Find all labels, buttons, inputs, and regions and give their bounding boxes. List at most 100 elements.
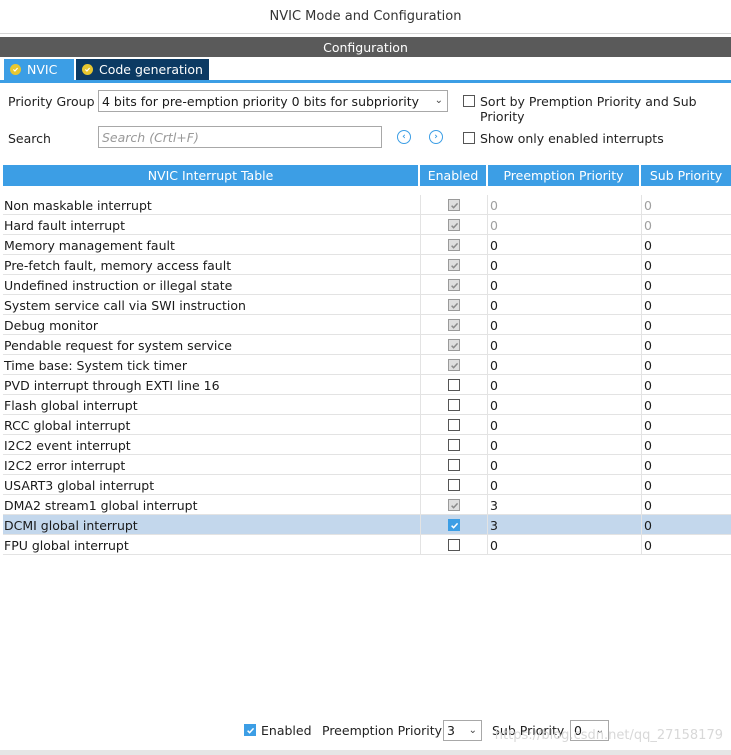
preemption-priority-cell[interactable]: 0 — [487, 455, 641, 475]
sub-priority-cell[interactable]: 0 — [641, 395, 731, 415]
preemption-priority-cell[interactable]: 0 — [487, 435, 641, 455]
interrupt-name: DMA2 stream1 global interrupt — [4, 497, 198, 513]
enabled-label: Enabled — [261, 723, 312, 738]
preemption-priority-cell[interactable]: 0 — [487, 395, 641, 415]
enabled-cell — [420, 275, 487, 295]
table-row[interactable]: FPU global interrupt 0 0 — [3, 535, 731, 555]
preemption-priority-cell[interactable]: 0 — [487, 535, 641, 555]
show-enabled-checkbox[interactable] — [463, 132, 475, 144]
enabled-cell — [420, 295, 487, 315]
enabled-cell — [420, 515, 487, 535]
sub-priority-cell: 0 — [641, 215, 731, 235]
sub-priority-cell[interactable]: 0 — [641, 235, 731, 255]
enabled-row-checkbox[interactable] — [448, 439, 460, 451]
preemption-priority-select[interactable]: 3 ⌄ — [443, 720, 482, 741]
enabled-row-checkbox — [448, 499, 460, 511]
enabled-row-checkbox[interactable] — [448, 459, 460, 471]
sub-priority-cell[interactable]: 0 — [641, 375, 731, 395]
interrupt-name: RCC global interrupt — [4, 417, 131, 433]
column-header-sub-priority[interactable]: Sub Priority — [641, 165, 731, 186]
enabled-row-checkbox — [448, 259, 460, 271]
interrupt-name: Pre-fetch fault, memory access fault — [4, 257, 232, 273]
enabled-row-checkbox[interactable] — [448, 479, 460, 491]
nvic-table-header: NVIC Interrupt Table Enabled Preemption … — [3, 165, 731, 186]
tab-nvic[interactable]: NVIC — [4, 59, 74, 80]
preemption-priority-cell[interactable]: 0 — [487, 335, 641, 355]
preemption-priority-cell[interactable]: 0 — [487, 355, 641, 375]
preemption-priority-cell[interactable]: 0 — [487, 295, 641, 315]
table-row[interactable]: DMA2 stream1 global interrupt 3 0 — [3, 495, 731, 515]
enabled-row-checkbox[interactable] — [448, 539, 460, 551]
enabled-row-checkbox[interactable] — [448, 379, 460, 391]
search-next-icon[interactable]: › — [429, 130, 443, 144]
preemption-priority-cell[interactable]: 0 — [487, 235, 641, 255]
sub-priority-cell[interactable]: 0 — [641, 515, 731, 535]
sub-priority-cell[interactable]: 0 — [641, 315, 731, 335]
enabled-cell — [420, 235, 487, 255]
enabled-cell — [420, 475, 487, 495]
interrupt-name: Flash global interrupt — [4, 397, 138, 413]
table-row[interactable]: PVD interrupt through EXTI line 16 0 0 — [3, 375, 731, 395]
table-row[interactable]: Memory management fault 0 0 — [3, 235, 731, 255]
table-row[interactable]: DCMI global interrupt 3 0 — [3, 515, 731, 535]
search-label: Search — [8, 131, 51, 146]
sub-priority-cell[interactable]: 0 — [641, 435, 731, 455]
enabled-cell — [420, 255, 487, 275]
nvic-table-body: Non maskable interrupt 0 0 Hard fault inter… — [3, 195, 731, 555]
table-row[interactable]: Undefined instruction or illegal state 0 0 — [3, 275, 731, 295]
column-header-interrupt[interactable]: NVIC Interrupt Table — [3, 165, 420, 186]
preemption-priority-cell[interactable]: 0 — [487, 415, 641, 435]
table-row[interactable]: I2C2 event interrupt 0 0 — [3, 435, 731, 455]
enabled-row-checkbox — [448, 219, 460, 231]
interrupt-name: System service call via SWI instruction — [4, 297, 246, 313]
table-row[interactable]: USART3 global interrupt 0 0 — [3, 475, 731, 495]
sub-priority-cell[interactable]: 0 — [641, 355, 731, 375]
sub-priority-label: Sub Priority — [492, 723, 565, 738]
table-row[interactable]: Debug monitor 0 0 — [3, 315, 731, 335]
sub-priority-cell[interactable]: 0 — [641, 495, 731, 515]
sub-priority-cell[interactable]: 0 — [641, 255, 731, 275]
enabled-row-checkbox[interactable] — [448, 419, 460, 431]
enabled-row-checkbox[interactable] — [448, 399, 460, 411]
column-header-preemption[interactable]: Preemption Priority — [488, 165, 641, 186]
priority-group-select[interactable]: 4 bits for pre-emption priority 0 bits f… — [98, 90, 448, 112]
table-row[interactable]: RCC global interrupt 0 0 — [3, 415, 731, 435]
tab-code-generation[interactable]: Code generation — [76, 59, 209, 80]
interrupt-name: Hard fault interrupt — [4, 217, 126, 233]
preemption-priority-cell[interactable]: 0 — [487, 475, 641, 495]
table-row[interactable]: Time base: System tick timer 0 0 — [3, 355, 731, 375]
sub-priority-cell[interactable]: 0 — [641, 275, 731, 295]
sub-priority-cell[interactable]: 0 — [641, 335, 731, 355]
preemption-priority-cell[interactable]: 3 — [487, 515, 641, 535]
preemption-priority-cell[interactable]: 0 — [487, 275, 641, 295]
preemption-priority-cell[interactable]: 3 — [487, 495, 641, 515]
table-row[interactable]: Flash global interrupt 0 0 — [3, 395, 731, 415]
sub-priority-cell[interactable]: 0 — [641, 455, 731, 475]
sub-priority-cell[interactable]: 0 — [641, 475, 731, 495]
chevron-down-icon: ⌄ — [434, 94, 443, 106]
sub-priority-select[interactable]: 0 ⌄ — [570, 720, 609, 741]
table-row[interactable]: System service call via SWI instruction 0… — [3, 295, 731, 315]
enabled-cell — [420, 215, 487, 235]
table-row[interactable]: Non maskable interrupt 0 0 — [3, 195, 731, 215]
table-row[interactable]: Pendable request for system service 0 0 — [3, 335, 731, 355]
sub-priority-cell[interactable]: 0 — [641, 535, 731, 555]
table-row[interactable]: Pre-fetch fault, memory access fault 0 0 — [3, 255, 731, 275]
enabled-row-checkbox — [448, 339, 460, 351]
preemption-priority-cell[interactable]: 0 — [487, 315, 641, 335]
table-row[interactable]: I2C2 error interrupt 0 0 — [3, 455, 731, 475]
sort-priority-checkbox[interactable] — [463, 95, 475, 107]
search-previous-icon[interactable]: ‹ — [397, 130, 411, 144]
configuration-bar: Configuration — [0, 37, 731, 57]
enabled-row-checkbox[interactable] — [448, 519, 460, 531]
sub-priority-cell[interactable]: 0 — [641, 295, 731, 315]
enabled-checkbox[interactable] — [244, 724, 256, 736]
sub-priority-cell[interactable]: 0 — [641, 415, 731, 435]
search-input[interactable]: Search (Crtl+F) — [98, 126, 382, 148]
enabled-row-checkbox — [448, 319, 460, 331]
column-header-enabled[interactable]: Enabled — [420, 165, 488, 186]
table-row[interactable]: Hard fault interrupt 0 0 — [3, 215, 731, 235]
preemption-priority-cell[interactable]: 0 — [487, 375, 641, 395]
enabled-cell — [420, 395, 487, 415]
preemption-priority-cell[interactable]: 0 — [487, 255, 641, 275]
